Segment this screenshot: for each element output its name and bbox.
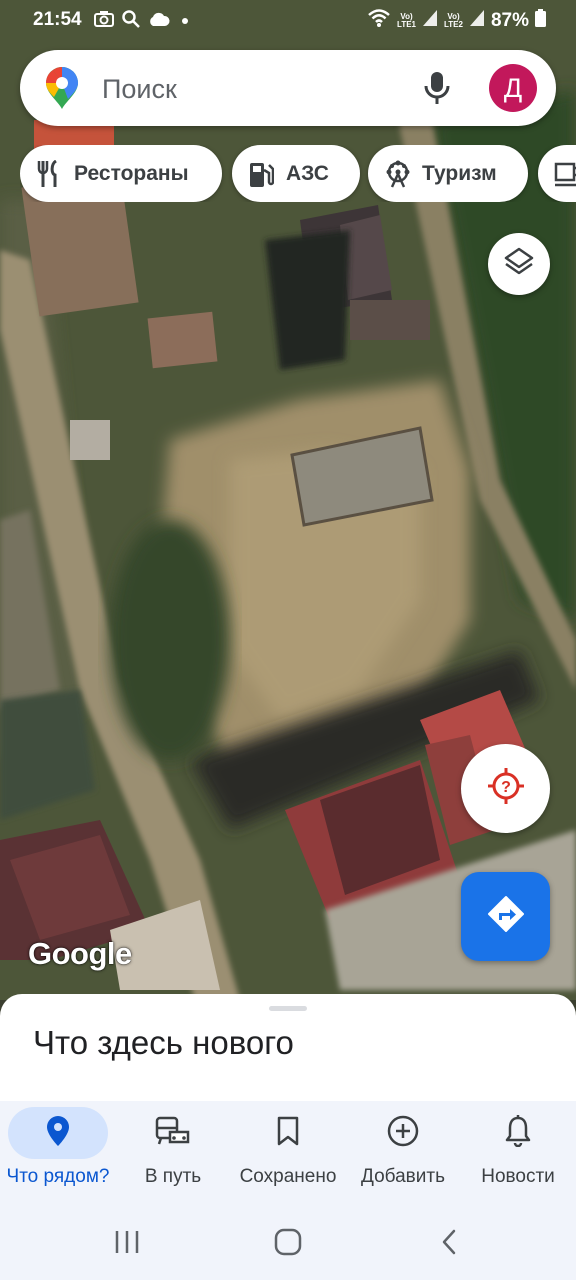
bookmark-icon <box>276 1116 300 1151</box>
commute-icon <box>155 1116 191 1151</box>
nav-icon-wrap <box>238 1107 338 1159</box>
fork-knife-icon <box>36 159 62 188</box>
sim2-label: Vo) LTE2 <box>444 12 463 29</box>
nav-label: Сохранено <box>239 1166 337 1187</box>
status-bar: 21:54 Vo) LTE1 Vo) LTE2 87% <box>0 0 576 42</box>
nav-icon-wrap <box>353 1107 453 1159</box>
cloud-icon <box>148 11 170 33</box>
nav-explore[interactable]: Что рядом? <box>0 1101 116 1205</box>
add-circle-icon <box>387 1115 419 1152</box>
category-chips: Рестораны АЗС Туризм <box>20 145 576 202</box>
coffee-cup-icon <box>554 160 576 188</box>
wifi-icon <box>367 8 391 34</box>
sheet-title: Что здесь нового <box>33 1024 294 1061</box>
layers-button[interactable] <box>488 233 550 295</box>
nav-label: В путь <box>144 1166 202 1187</box>
chip-tourism[interactable]: Туризм <box>368 145 528 202</box>
location-pin-icon <box>46 1115 70 1152</box>
nav-icon-wrap <box>468 1107 568 1159</box>
directions-arrow-icon <box>486 894 526 939</box>
nav-label: Что рядом? <box>6 1166 110 1187</box>
search-bar[interactable]: Д <box>20 50 556 126</box>
ferris-wheel-icon <box>384 160 410 188</box>
bell-icon <box>504 1114 532 1152</box>
nav-active-pill <box>8 1107 108 1159</box>
system-navigation-bar <box>0 1205 576 1280</box>
status-time: 21:54 <box>33 9 82 30</box>
directions-button[interactable] <box>461 872 550 961</box>
svg-text:?: ? <box>501 779 511 796</box>
chip-label: Туризм <box>422 161 497 185</box>
sheet-drag-handle[interactable] <box>269 1006 307 1011</box>
home-icon[interactable] <box>273 1227 303 1262</box>
nav-contribute[interactable]: Добавить <box>345 1101 461 1205</box>
explore-sheet[interactable]: Что здесь нового <box>0 994 576 1104</box>
nav-label: Новости <box>481 1166 555 1187</box>
camera-icon <box>94 11 114 33</box>
layers-icon <box>503 246 535 283</box>
bottom-navigation: Что рядом? В путь Сохранено Добавить Нов… <box>0 1101 576 1205</box>
chip-restaurants[interactable]: Рестораны <box>20 145 222 202</box>
search-notification-icon <box>122 10 140 34</box>
chip-gas-stations[interactable]: АЗС <box>232 145 360 202</box>
nav-label: Добавить <box>361 1166 445 1187</box>
microphone-icon[interactable] <box>422 70 452 106</box>
nav-icon-wrap <box>123 1107 223 1159</box>
account-avatar[interactable]: Д <box>489 64 537 112</box>
back-icon[interactable] <box>438 1227 460 1262</box>
recent-apps-icon[interactable] <box>113 1227 141 1262</box>
chip-label: Рестораны <box>74 161 189 185</box>
signal2-icon <box>469 9 485 33</box>
search-input[interactable] <box>100 68 404 110</box>
nav-saved[interactable]: Сохранено <box>230 1101 346 1205</box>
chip-coffee[interactable] <box>538 145 576 202</box>
dot-icon <box>178 11 192 33</box>
chip-label: АЗС <box>286 161 329 185</box>
nav-updates[interactable]: Новости <box>460 1101 576 1205</box>
signal1-icon <box>422 9 438 33</box>
sim1-label: Vo) LTE1 <box>397 12 416 29</box>
google-maps-pin-icon <box>46 67 78 114</box>
battery-percent: 87% <box>490 10 529 31</box>
nav-go[interactable]: В путь <box>115 1101 231 1205</box>
my-location-button[interactable]: ? <box>461 744 550 833</box>
gas-station-icon <box>248 160 275 188</box>
google-attribution: Google <box>28 936 132 971</box>
location-unknown-icon: ? <box>486 766 526 811</box>
battery-icon <box>535 9 546 33</box>
